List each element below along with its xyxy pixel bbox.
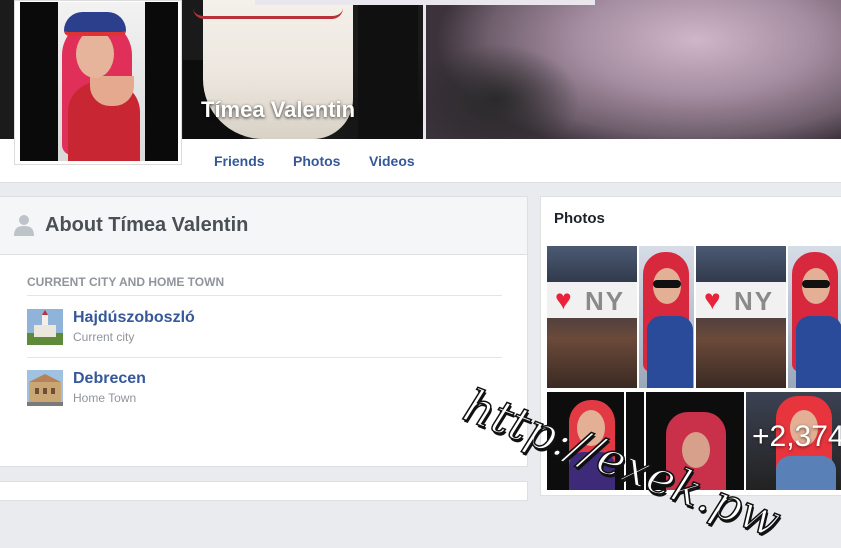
list-item-current-city: Hajdúszoboszló Current city <box>27 309 502 349</box>
about-header: About Tímea Valentin <box>0 197 527 255</box>
home-town-label: Home Town <box>73 391 137 405</box>
about-title: About Tímea Valentin <box>45 214 249 236</box>
section-label: CURRENT CITY AND HOME TOWN <box>27 275 225 289</box>
divider <box>27 357 502 358</box>
home-town-link[interactable]: Debrecen <box>73 370 146 388</box>
tab-friends[interactable]: Friends <box>214 153 265 169</box>
current-city-label: Current city <box>73 330 135 344</box>
photo-thumbnail[interactable] <box>639 246 694 388</box>
tab-photos[interactable]: Photos <box>293 153 340 169</box>
photo-thumbnail[interactable] <box>788 246 841 388</box>
heart-icon: ♥ <box>704 284 721 315</box>
list-item-home-town: Debrecen Home Town <box>27 370 502 410</box>
city-thumbnail[interactable] <box>27 309 63 345</box>
divider <box>27 295 502 296</box>
current-city-link[interactable]: Hajdúszoboszló <box>73 309 195 327</box>
tab-videos[interactable]: Videos <box>369 153 415 169</box>
photo-thumbnail[interactable]: ♥ NY <box>696 246 786 388</box>
next-card <box>0 481 528 501</box>
cover-image-fur <box>426 0 841 139</box>
photos-title[interactable]: Photos <box>554 210 605 227</box>
profile-name[interactable]: Tímea Valentin <box>201 97 355 123</box>
more-photos-count[interactable]: +2,374 <box>752 420 841 454</box>
about-card: About Tímea Valentin CURRENT CITY AND HO… <box>0 196 528 467</box>
city-thumbnail[interactable] <box>27 370 63 406</box>
person-icon <box>14 215 34 236</box>
heart-icon: ♥ <box>555 284 572 315</box>
photo-thumbnail[interactable]: ♥ NY <box>547 246 637 388</box>
profile-picture[interactable] <box>14 0 182 165</box>
avatar[interactable] <box>20 2 178 161</box>
